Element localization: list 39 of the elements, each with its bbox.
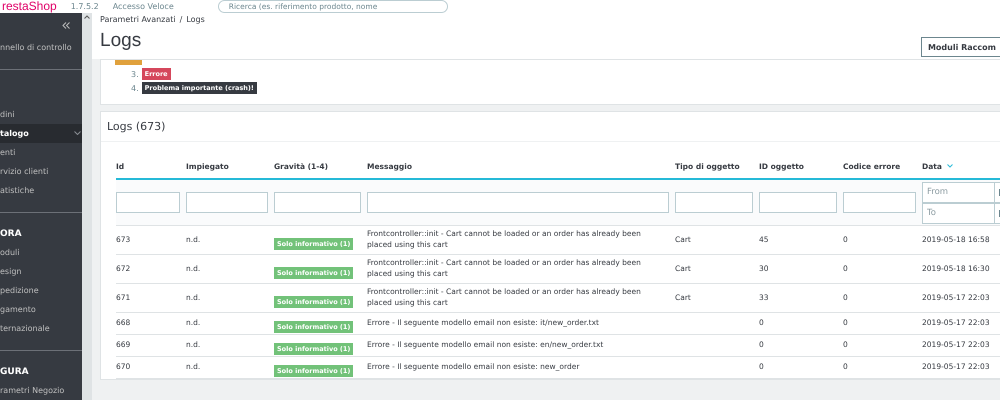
date-to-field[interactable]: To [922,202,1000,224]
filter-field[interactable] [186,192,268,213]
list-number: 3. [131,70,139,78]
logo[interactable]: restaShop [2,0,57,13]
filter-field[interactable] [675,192,753,213]
sidebar-section-title: ORA [0,228,23,241]
sidebar-section-title: GURA [0,366,30,379]
sidebar-item[interactable]: atistiche [0,180,82,200]
sort-caret-icon[interactable] [946,164,953,168]
collapse-icon[interactable] [62,22,70,29]
sidebar-item[interactable]: enti [0,142,82,162]
breadcrumb-separator: / [180,15,182,24]
sidebar-item[interactable]: esign [0,262,82,281]
chevron-down-icon [74,131,81,136]
sidebar-item[interactable]: ternazionale [0,318,82,338]
card-title: Logs (673) [101,112,1000,142]
scroll-up-icon[interactable] [84,15,90,19]
filter-field[interactable] [116,192,180,213]
sidebar-item[interactable]: talogo [0,124,82,143]
sidebar-item[interactable]: rvizio clienti [0,162,82,181]
date-from-field[interactable]: From [922,182,1000,202]
page-title: Logs [100,30,142,52]
version-label: 1.7.5.2 [70,2,99,11]
filter-field[interactable] [843,192,916,213]
warning-badge [115,60,142,65]
quick-access-menu[interactable]: Accesso Veloce [112,2,174,11]
breadcrumb-link[interactable]: Parametri Avanzati [100,15,176,24]
sidebar-item[interactable]: gamento [0,300,82,319]
list-number: 4. [131,84,139,92]
filter-field[interactable] [367,192,669,213]
filter-field[interactable] [274,192,361,213]
sidebar-item[interactable]: pedizione [0,280,82,300]
sidebar-item[interactable]: rametri Negozio [0,381,82,400]
filter-field[interactable] [759,192,837,213]
sidebar-item[interactable]: oduli [0,242,82,262]
sidebar-item[interactable]: nnello di controllo [0,38,82,57]
breadcrumb-link[interactable]: Logs [186,15,205,24]
sidebar-item[interactable]: dini [0,104,82,124]
recommended-modules-button[interactable]: Moduli Raccom [920,37,1000,57]
